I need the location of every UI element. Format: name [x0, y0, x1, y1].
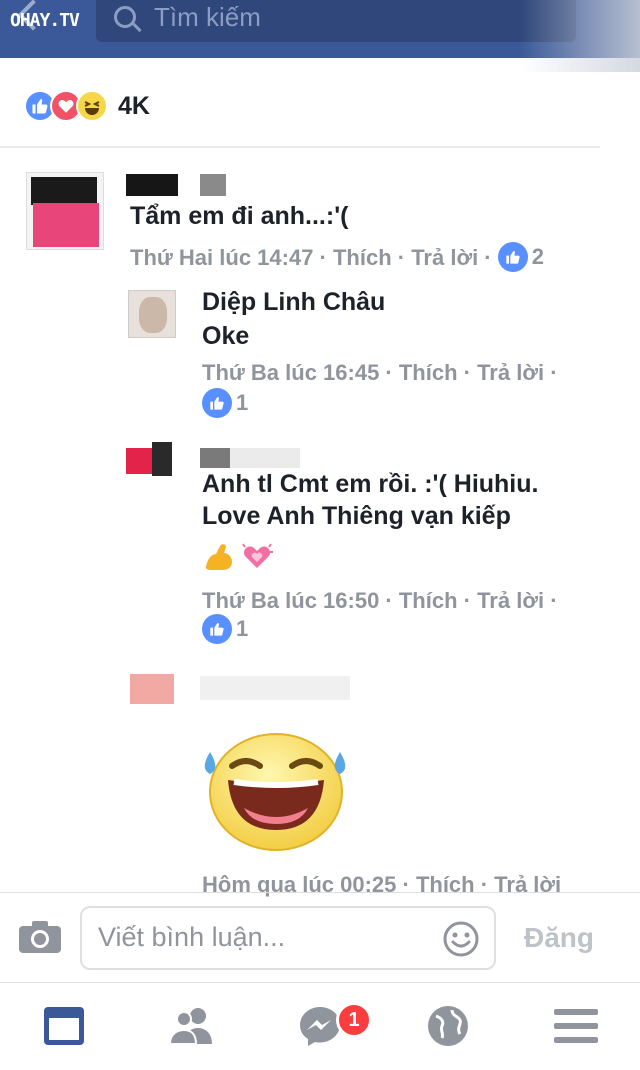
comment-like-count[interactable]: 2: [497, 242, 544, 272]
watermark-logo: OHAY.TV: [10, 10, 80, 31]
news-feed-icon[interactable]: [40, 1004, 88, 1048]
sparkling-heart-icon: [242, 543, 273, 568]
post-button[interactable]: Đăng: [524, 922, 594, 954]
flexed-biceps-icon: [205, 544, 232, 570]
menu-icon[interactable]: [552, 1004, 600, 1048]
comment-input-placeholder: Viết bình luận...: [98, 922, 286, 952]
blurred-region: [520, 0, 640, 72]
comment-meta-text[interactable]: Thứ Ba lúc 16:50 · Thích · Trả lời ·: [202, 588, 558, 614]
messenger-badge: 1: [336, 1002, 372, 1038]
search-icon: [114, 6, 136, 28]
avatar[interactable]: [26, 172, 104, 250]
comment-text-line-1: Anh tl Cmt em rồi. :'( Hiuhiu.: [202, 470, 539, 498]
blurred-name: [126, 174, 178, 196]
comment-like-count[interactable]: 1: [202, 388, 248, 418]
avatar[interactable]: [126, 440, 174, 486]
comment-meta-text[interactable]: Thứ Hai lúc 14:47 · Thích · Trả lời ·: [130, 245, 492, 270]
like-icon: [202, 614, 232, 644]
divider: [0, 982, 640, 983]
comment-text-line-2: Love Anh Thiêng vạn kiếp: [202, 502, 511, 530]
camera-icon[interactable]: [18, 920, 62, 954]
like-icon: [497, 242, 528, 272]
comment-text: Oke: [202, 322, 250, 350]
comment-like-count[interactable]: 1: [202, 614, 248, 644]
comment-meta-text[interactable]: Hôm qua lúc 00:25 · Thích · Trả lời: [202, 872, 561, 898]
reactions-summary[interactable]: 4K: [24, 88, 150, 124]
comment-text: Tẩm em đi anh...:'(: [130, 202, 349, 230]
friends-icon[interactable]: [168, 1004, 216, 1048]
emoji-row: [202, 540, 274, 572]
avatar[interactable]: [128, 290, 176, 338]
avatar[interactable]: [126, 664, 176, 714]
search-placeholder: Tìm kiếm: [154, 2, 261, 32]
blurred-name: [200, 174, 226, 196]
like-icon: [202, 388, 232, 418]
emoji-picker-icon[interactable]: [442, 920, 480, 958]
commenter-name[interactable]: Diệp Linh Châu: [202, 288, 385, 317]
comment-input[interactable]: Viết bình luận...: [80, 906, 496, 970]
haha-icon: [76, 90, 108, 122]
comment-meta: Thứ Hai lúc 14:47 · Thích · Trả lời · 2: [130, 242, 544, 272]
blurred-name: [200, 448, 300, 468]
divider: [0, 146, 600, 148]
reaction-count: 4K: [118, 91, 150, 120]
blurred-name: [200, 676, 350, 700]
notifications-globe-icon[interactable]: [424, 1004, 472, 1048]
laughing-tears-sticker: [204, 733, 346, 851]
search-bar[interactable]: Tìm kiếm: [96, 0, 576, 42]
divider: [0, 892, 640, 893]
comment-meta-text[interactable]: Thứ Ba lúc 16:45 · Thích · Trả lời ·: [202, 360, 558, 386]
